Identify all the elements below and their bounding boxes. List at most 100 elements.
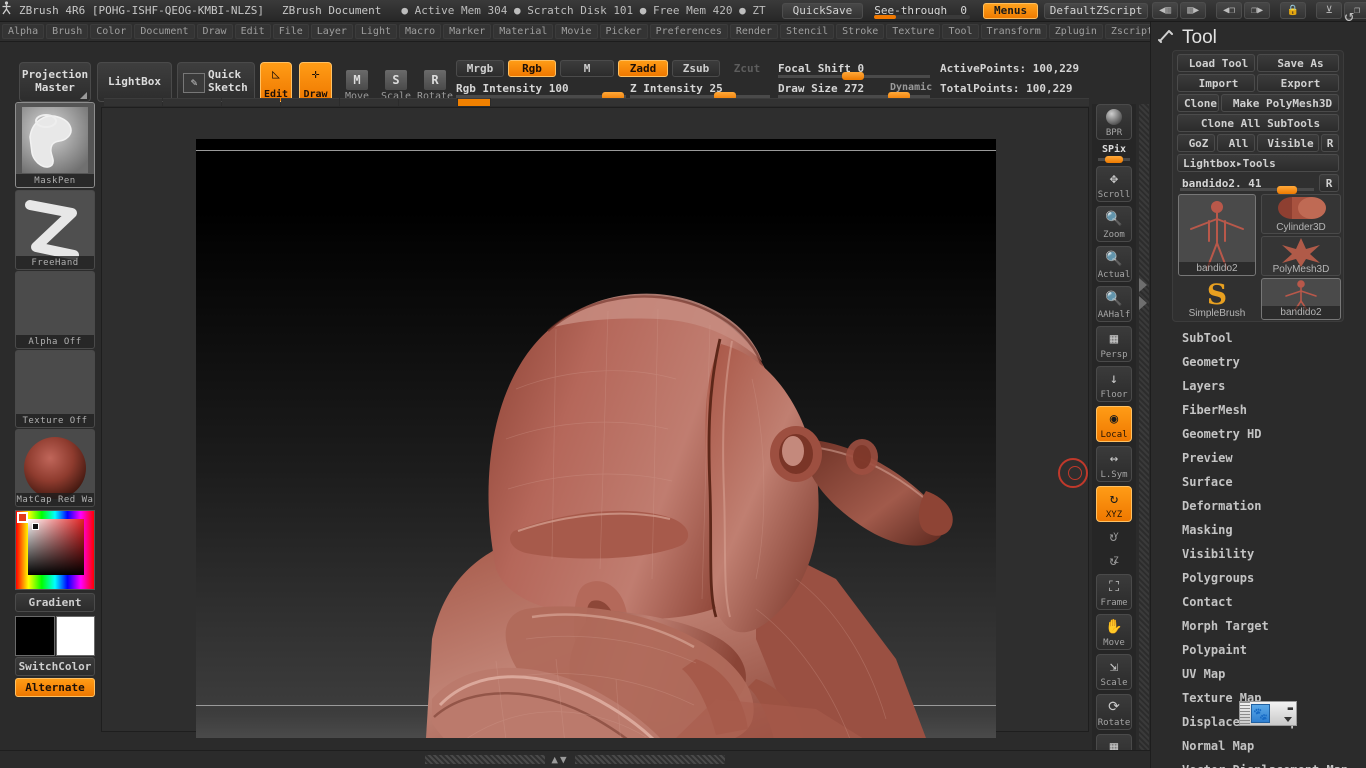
rgb-button[interactable]: Rgb — [508, 60, 556, 77]
lock-icon[interactable]: 🔒 — [1280, 2, 1307, 19]
tool-section-geometry[interactable]: Geometry — [1182, 350, 1362, 374]
viewport-button-zoom[interactable]: 🔍 Zoom — [1096, 206, 1132, 242]
export-button[interactable]: Export — [1257, 74, 1339, 92]
tool-thumbnail-simplebrush[interactable]: S SimpleBrush — [1178, 278, 1256, 320]
focal-shift-knob[interactable] — [842, 72, 864, 80]
viewport-button-z[interactable]: ↻ Z — [1096, 550, 1132, 572]
tool-thumbnail-bandido2-large[interactable]: bandido2 — [1178, 194, 1256, 276]
tool-section-morph-target[interactable]: Morph Target — [1182, 614, 1362, 638]
menu-item-preferences[interactable]: Preferences — [649, 24, 728, 39]
projection-master-button[interactable]: Projection Master — [19, 62, 91, 102]
brush-swatch[interactable]: MaskPen — [15, 102, 95, 188]
menu-item-edit[interactable]: Edit — [234, 24, 271, 39]
viewport-button-scale[interactable]: ⇲ Scale — [1096, 654, 1132, 690]
tool-section-fibermesh[interactable]: FiberMesh — [1182, 398, 1362, 422]
tool-section-uv-map[interactable]: UV Map — [1182, 662, 1362, 686]
see-through-slider[interactable]: See-through 0 — [874, 4, 971, 19]
spix-slider[interactable]: SPix — [1096, 144, 1132, 163]
shelf-strip[interactable] — [281, 98, 339, 106]
draw-button[interactable]: ✛ Draw — [299, 62, 332, 102]
tool-section-deformation[interactable]: Deformation — [1182, 494, 1362, 518]
menu-item-brush[interactable]: Brush — [46, 24, 89, 39]
viewport-button-l-sym[interactable]: ↔ L.Sym — [1096, 446, 1132, 482]
menu-item-macro[interactable]: Macro — [399, 24, 442, 39]
menu-item-transform[interactable]: Transform — [980, 24, 1047, 39]
ime-language-bar[interactable]: 🐾 ▬ — [1239, 701, 1297, 726]
bottom-hatch-left[interactable] — [425, 755, 546, 764]
menu-item-draw[interactable]: Draw — [196, 24, 233, 39]
viewport-button-scroll[interactable]: ✥ Scroll — [1096, 166, 1132, 202]
menu-item-marker[interactable]: Marker — [443, 24, 492, 39]
minimize-icon[interactable]: ▬ — [1288, 704, 1293, 714]
tool-section-polypaint[interactable]: Polypaint — [1182, 638, 1362, 662]
menu-item-alpha[interactable]: Alpha — [2, 24, 45, 39]
viewport-button-rotate[interactable]: ⟳ Rotate — [1096, 694, 1132, 730]
scale-button[interactable]: S Scale — [378, 62, 414, 102]
see-through-knob[interactable] — [874, 15, 897, 19]
shelf-strip[interactable] — [399, 98, 457, 106]
mrgb-button[interactable]: Mrgb — [456, 60, 504, 77]
viewport-button-move[interactable]: ✋ Move — [1096, 614, 1132, 650]
tool-selector-slider[interactable]: bandido2. 41 — [1177, 174, 1317, 194]
make-polymesh3d-button[interactable]: Make PolyMesh3D — [1221, 94, 1339, 112]
shelf-strip[interactable] — [491, 98, 1089, 106]
visible-r-button[interactable]: R — [1321, 134, 1339, 152]
menu-item-texture[interactable]: Texture — [886, 24, 941, 39]
tool-thumbnail-polymesh3d[interactable]: PolyMesh3D — [1261, 236, 1341, 276]
viewport-scroll-strip[interactable] — [1139, 104, 1149, 764]
tool-section-polygroups[interactable]: Polygroups — [1182, 566, 1362, 590]
scroll-left-icon[interactable]: ◀▥ — [1152, 2, 1179, 19]
next-document-icon[interactable]: ❐▶ — [1244, 2, 1271, 19]
rgb-intensity-slider[interactable]: Rgb Intensity 100 — [456, 80, 626, 100]
switch-color-button[interactable]: SwitchColor — [15, 657, 95, 676]
zsub-button[interactable]: Zsub — [672, 60, 720, 77]
stroke-swatch[interactable]: FreeHand — [15, 190, 95, 270]
bottom-arrows[interactable]: ▲▼ — [551, 753, 568, 766]
material-swatch[interactable]: MatCap Red Wa — [15, 429, 95, 507]
quicksave-button[interactable]: QuickSave — [781, 2, 864, 19]
edit-button[interactable]: ◺ Edit — [260, 62, 292, 102]
color-picker-cursor[interactable] — [32, 523, 39, 530]
menu-item-picker[interactable]: Picker — [599, 24, 648, 39]
scroll-collapse-arrow-icon[interactable] — [1139, 278, 1147, 292]
menu-item-material[interactable]: Material — [493, 24, 554, 39]
shelf-strip-active[interactable] — [458, 98, 490, 106]
scroll-expand-arrow-icon[interactable] — [1139, 296, 1147, 310]
visible-button[interactable]: Visible — [1257, 134, 1319, 152]
dynamic-label[interactable]: Dynamic — [890, 82, 932, 93]
shelf-strip[interactable] — [163, 98, 221, 106]
menu-item-movie[interactable]: Movie — [555, 24, 598, 39]
secondary-color-swatch[interactable] — [56, 616, 95, 656]
viewport-button-y[interactable]: ↻ Y — [1096, 526, 1132, 548]
color-picker[interactable] — [15, 510, 95, 590]
alternate-button[interactable]: Alternate — [15, 678, 95, 697]
tool-section-normal-map[interactable]: Normal Map — [1182, 734, 1362, 758]
zcut-button[interactable]: Zcut — [724, 60, 770, 77]
tool-section-geometry-hd[interactable]: Geometry HD — [1182, 422, 1362, 446]
menu-item-light[interactable]: Light — [354, 24, 397, 39]
menu-item-document[interactable]: Document — [134, 24, 195, 39]
shelf-strip[interactable] — [340, 98, 398, 106]
all-button[interactable]: All — [1217, 134, 1255, 152]
shelf-strip[interactable] — [104, 98, 162, 106]
scroll-right-icon[interactable]: ▥▶ — [1180, 2, 1207, 19]
menu-item-stencil[interactable]: Stencil — [780, 24, 835, 39]
tool-thumbnail-bandido2-selected[interactable]: bandido2 — [1261, 278, 1341, 320]
viewport-button-actual[interactable]: 🔍 Actual — [1096, 246, 1132, 282]
see-through-track[interactable] — [874, 15, 971, 19]
refresh-icon[interactable]: ↺ — [1344, 6, 1354, 25]
menus-button[interactable]: Menus — [982, 2, 1039, 19]
gradient-button[interactable]: Gradient — [15, 593, 95, 612]
menu-item-file[interactable]: File — [272, 24, 309, 39]
zadd-button[interactable]: Zadd — [618, 60, 668, 77]
bottom-hatch-right[interactable] — [574, 755, 725, 764]
import-button[interactable]: Import — [1177, 74, 1255, 92]
viewport-button-local[interactable]: ◉ Local — [1096, 406, 1132, 442]
tool-section-preview[interactable]: Preview — [1182, 446, 1362, 470]
shelf-strip[interactable] — [222, 98, 280, 106]
viewport-button-persp[interactable]: ▦ Persp — [1096, 326, 1132, 362]
focal-shift-slider[interactable]: Focal Shift 0 — [778, 60, 930, 80]
lightbox-tools-button[interactable]: Lightbox▸Tools — [1177, 154, 1339, 172]
quick-sketch-button[interactable]: ✎ Quick Sketch — [177, 62, 255, 102]
previous-document-icon[interactable]: ◀❐ — [1216, 2, 1243, 19]
